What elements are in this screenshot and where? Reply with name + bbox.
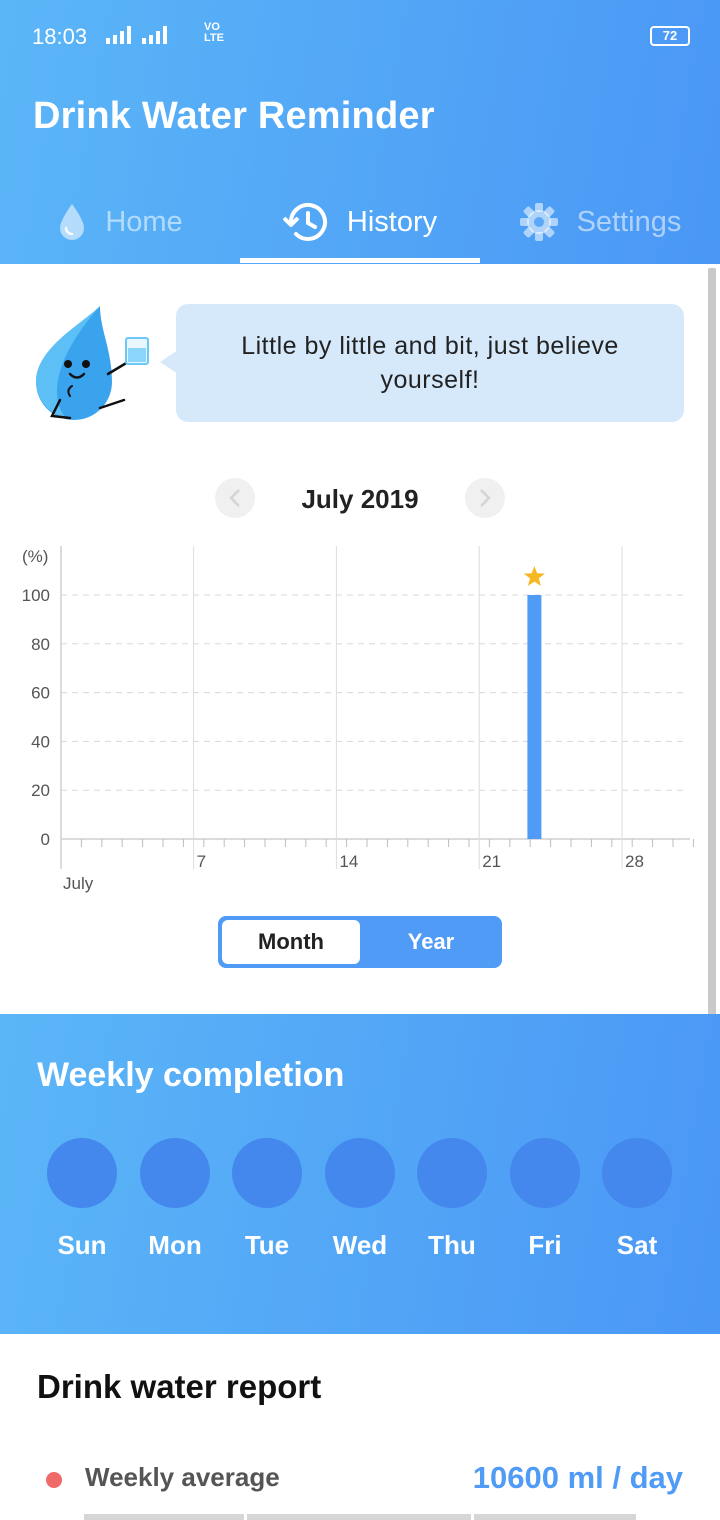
day-label: Wed xyxy=(332,1230,388,1260)
red-dot-icon xyxy=(46,1472,62,1488)
day-progress-circle xyxy=(510,1138,580,1208)
report-divider xyxy=(84,1514,636,1520)
page-title: Drink Water Reminder xyxy=(33,95,435,137)
y-axis-label: (%) xyxy=(22,547,48,566)
star-icon xyxy=(523,566,545,586)
day-label: Sun xyxy=(57,1230,107,1260)
chevron-right-icon xyxy=(480,489,491,507)
next-month-button[interactable] xyxy=(465,478,505,518)
history-clock-icon xyxy=(282,202,327,241)
tab-history[interactable]: History xyxy=(240,180,480,264)
day-progress-circle xyxy=(325,1138,395,1208)
day-progress-circle xyxy=(232,1138,302,1208)
motivation-bubble: Little by little and bit, just believe y… xyxy=(176,304,684,422)
monthly-history-chart: (%) 0 20 40 60 80 100 7 14 21 28 July xyxy=(22,546,694,893)
day-label: Tue xyxy=(244,1230,290,1260)
x-tick-label: 7 xyxy=(197,852,206,871)
x-tick-label: 28 xyxy=(625,852,644,871)
weekday-wed[interactable]: Wed xyxy=(320,1138,400,1261)
tab-settings-label: Settings xyxy=(576,205,682,238)
x-tick-label: 21 xyxy=(482,852,501,871)
day-label: Sat xyxy=(616,1230,658,1260)
weekly-completion-title: Weekly completion xyxy=(37,1056,345,1094)
x-tick-label: 14 xyxy=(339,852,358,871)
day-label: Thu xyxy=(428,1230,476,1260)
day-label: Mon xyxy=(148,1230,202,1260)
month-year-toggle: Month Year xyxy=(218,916,502,968)
weekday-fri[interactable]: Fri xyxy=(505,1138,585,1261)
y-tick-label: 0 xyxy=(41,830,50,849)
battery-icon: 72 xyxy=(650,26,690,46)
y-tick-label: 80 xyxy=(31,635,50,654)
tab-bar: Home History Settings xyxy=(0,180,720,264)
data-bar xyxy=(527,595,542,839)
app-header: 18:03 VO LTE 72 Drink Water Reminder Home… xyxy=(0,0,720,264)
weekday-thu[interactable]: Thu xyxy=(412,1138,492,1261)
day-progress-circle xyxy=(140,1138,210,1208)
tab-history-label: History xyxy=(346,205,438,238)
y-tick-label: 40 xyxy=(31,732,50,751)
x-axis-label: July xyxy=(63,874,94,893)
weekly-average-value: 10600 ml / day xyxy=(472,1460,683,1495)
day-progress-circle xyxy=(602,1138,672,1208)
tab-home-label: Home xyxy=(105,205,183,238)
status-time: 18:03 xyxy=(32,24,88,49)
month-label: July 2019 xyxy=(301,484,419,514)
month-navigator: July 2019 xyxy=(0,478,720,522)
water-drop-icon xyxy=(60,204,85,240)
weekly-average-label: Weekly average xyxy=(85,1462,280,1492)
tab-home[interactable]: Home xyxy=(0,180,240,264)
water-drop-mascot xyxy=(36,306,149,420)
day-progress-circle xyxy=(47,1138,117,1208)
y-tick-label: 100 xyxy=(22,586,50,605)
gear-icon xyxy=(519,203,558,241)
weekly-average-row: Weekly average 10600 ml / day xyxy=(0,1460,720,1510)
volte-icon: VO LTE xyxy=(204,21,224,44)
weekday-mon[interactable]: Mon xyxy=(135,1138,215,1261)
day-label: Fri xyxy=(528,1230,562,1260)
report-title: Drink water report xyxy=(37,1368,322,1405)
y-tick-label: 60 xyxy=(31,684,50,703)
weekday-sun[interactable]: Sun xyxy=(42,1138,122,1261)
signal-icon xyxy=(142,26,167,44)
y-tick-label: 20 xyxy=(31,781,50,800)
toggle-year-button[interactable]: Year xyxy=(362,920,500,964)
day-progress-circle xyxy=(417,1138,487,1208)
signal-icon xyxy=(106,26,131,44)
weekly-completion-section: Weekly completion Sun Mon Tue Wed Thu Fr… xyxy=(0,1014,720,1334)
motivation-text: Little by little and bit, just believe y… xyxy=(241,332,619,394)
weekday-tue[interactable]: Tue xyxy=(227,1138,307,1261)
tab-settings[interactable]: Settings xyxy=(480,180,720,264)
weekday-sat[interactable]: Sat xyxy=(597,1138,677,1261)
tab-indicator xyxy=(240,258,480,263)
toggle-month-button[interactable]: Month xyxy=(222,920,360,964)
status-bar: 18:03 VO LTE 72 xyxy=(32,22,690,52)
